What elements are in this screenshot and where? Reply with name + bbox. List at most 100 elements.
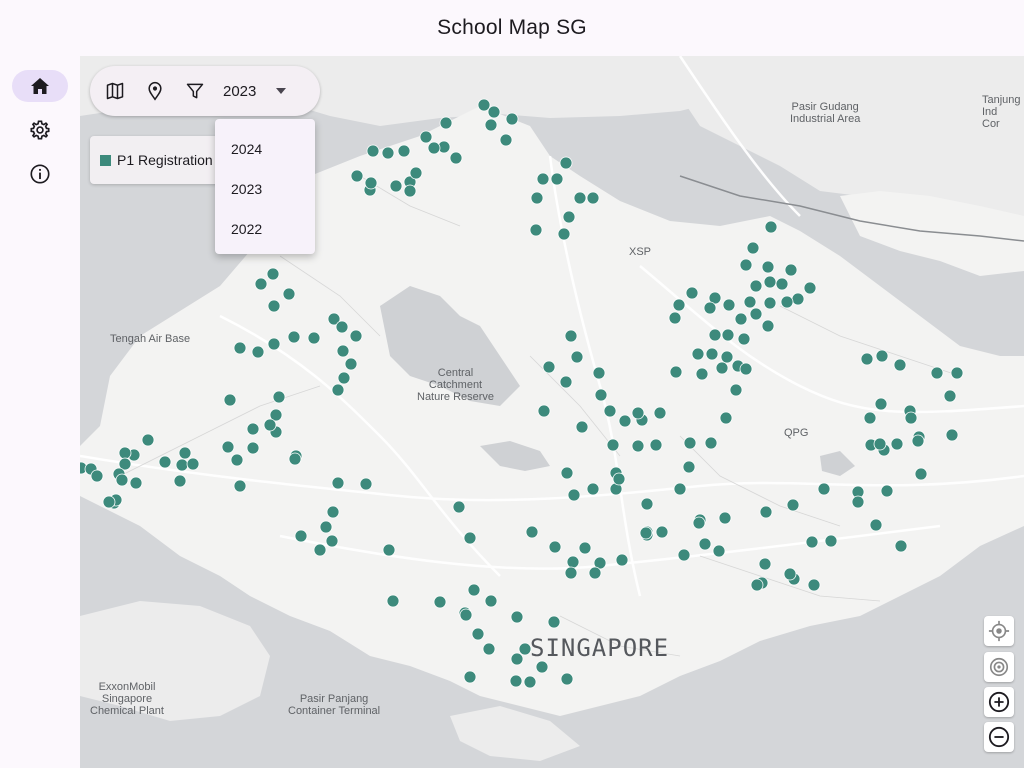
school-marker[interactable]: [499, 133, 513, 147]
school-marker[interactable]: [266, 267, 280, 281]
school-marker[interactable]: [761, 260, 775, 274]
compass-button[interactable]: [984, 652, 1014, 682]
school-marker[interactable]: [705, 347, 719, 361]
school-marker[interactable]: [780, 295, 794, 309]
school-marker[interactable]: [817, 482, 831, 496]
school-marker[interactable]: [764, 220, 778, 234]
school-marker[interactable]: [564, 566, 578, 580]
school-marker[interactable]: [482, 642, 496, 656]
school-marker[interactable]: [562, 210, 576, 224]
school-marker[interactable]: [739, 258, 753, 272]
school-marker[interactable]: [335, 320, 349, 334]
school-marker[interactable]: [115, 473, 129, 487]
school-marker[interactable]: [894, 539, 908, 553]
school-marker[interactable]: [712, 544, 726, 558]
school-marker[interactable]: [397, 144, 411, 158]
school-marker[interactable]: [294, 529, 308, 543]
school-marker[interactable]: [129, 476, 143, 490]
school-marker[interactable]: [682, 460, 696, 474]
school-marker[interactable]: [366, 144, 380, 158]
school-marker[interactable]: [869, 518, 883, 532]
school-marker[interactable]: [739, 362, 753, 376]
school-marker[interactable]: [477, 98, 491, 112]
school-marker[interactable]: [914, 467, 928, 481]
school-marker[interactable]: [875, 349, 889, 363]
school-marker[interactable]: [530, 191, 544, 205]
school-marker[interactable]: [763, 296, 777, 310]
school-marker[interactable]: [487, 105, 501, 119]
year-option-2023[interactable]: 2023: [215, 169, 315, 209]
school-marker[interactable]: [677, 548, 691, 562]
school-marker[interactable]: [594, 388, 608, 402]
school-marker[interactable]: [715, 361, 729, 375]
school-marker[interactable]: [890, 437, 904, 451]
year-option-2022[interactable]: 2022: [215, 209, 315, 249]
school-marker[interactable]: [102, 495, 116, 509]
school-marker[interactable]: [560, 672, 574, 686]
school-marker[interactable]: [639, 526, 653, 540]
school-marker[interactable]: [141, 433, 155, 447]
school-marker[interactable]: [743, 295, 757, 309]
school-marker[interactable]: [786, 498, 800, 512]
school-marker[interactable]: [930, 366, 944, 380]
school-marker[interactable]: [525, 525, 539, 539]
school-marker[interactable]: [364, 176, 378, 190]
school-marker[interactable]: [559, 375, 573, 389]
school-marker[interactable]: [221, 440, 235, 454]
school-marker[interactable]: [409, 166, 423, 180]
school-marker[interactable]: [326, 505, 340, 519]
school-marker[interactable]: [349, 329, 363, 343]
school-marker[interactable]: [640, 497, 654, 511]
school-marker[interactable]: [945, 428, 959, 442]
school-marker[interactable]: [695, 367, 709, 381]
zoom-out-button[interactable]: [984, 722, 1014, 752]
school-marker[interactable]: [471, 627, 485, 641]
school-marker[interactable]: [307, 331, 321, 345]
school-marker[interactable]: [529, 223, 543, 237]
school-marker[interactable]: [510, 610, 524, 624]
school-marker[interactable]: [708, 328, 722, 342]
school-marker[interactable]: [272, 390, 286, 404]
school-marker[interactable]: [566, 555, 580, 569]
school-marker[interactable]: [382, 543, 396, 557]
school-marker[interactable]: [186, 457, 200, 471]
school-marker[interactable]: [824, 534, 838, 548]
school-marker[interactable]: [783, 567, 797, 581]
school-marker[interactable]: [759, 505, 773, 519]
school-marker[interactable]: [287, 330, 301, 344]
school-marker[interactable]: [459, 608, 473, 622]
year-select[interactable]: 2023: [223, 71, 287, 111]
map-button[interactable]: [95, 71, 135, 111]
school-marker[interactable]: [484, 594, 498, 608]
school-marker[interactable]: [535, 660, 549, 674]
school-marker[interactable]: [729, 383, 743, 397]
school-marker[interactable]: [251, 345, 265, 359]
school-marker[interactable]: [560, 466, 574, 480]
school-marker[interactable]: [950, 366, 964, 380]
location-button[interactable]: [135, 71, 175, 111]
school-marker[interactable]: [618, 414, 632, 428]
school-marker[interactable]: [703, 301, 717, 315]
school-marker[interactable]: [588, 566, 602, 580]
school-marker[interactable]: [603, 404, 617, 418]
school-marker[interactable]: [523, 675, 537, 689]
school-marker[interactable]: [381, 146, 395, 160]
school-marker[interactable]: [612, 472, 626, 486]
school-marker[interactable]: [586, 191, 600, 205]
school-marker[interactable]: [685, 286, 699, 300]
school-marker[interactable]: [452, 500, 466, 514]
school-marker[interactable]: [386, 594, 400, 608]
year-option-2024[interactable]: 2024: [215, 129, 315, 169]
school-marker[interactable]: [784, 263, 798, 277]
school-marker[interactable]: [178, 446, 192, 460]
nav-home-button[interactable]: [12, 70, 68, 102]
school-marker[interactable]: [344, 357, 358, 371]
school-marker[interactable]: [331, 476, 345, 490]
school-marker[interactable]: [692, 516, 706, 530]
school-marker[interactable]: [631, 439, 645, 453]
school-marker[interactable]: [880, 484, 894, 498]
school-marker[interactable]: [389, 179, 403, 193]
my-location-button[interactable]: [984, 616, 1014, 646]
school-marker[interactable]: [775, 277, 789, 291]
school-marker[interactable]: [233, 341, 247, 355]
